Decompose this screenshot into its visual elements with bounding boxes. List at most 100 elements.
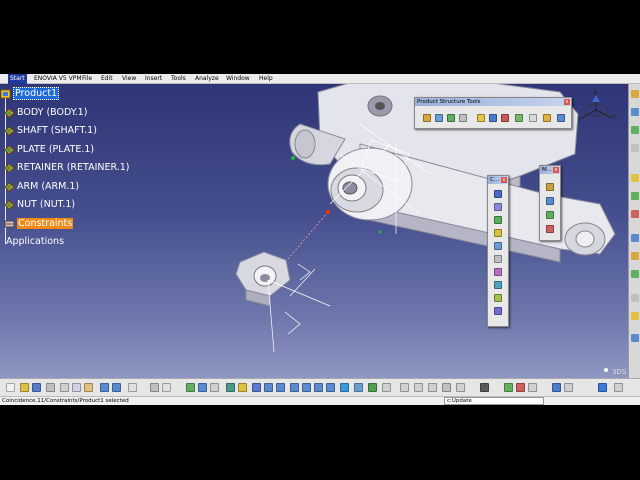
menu-help[interactable]: Help (259, 74, 273, 84)
angle-constraint-icon[interactable] (494, 229, 502, 237)
formula-icon[interactable] (150, 383, 159, 392)
save-icon[interactable] (32, 383, 41, 392)
tool-icon[interactable] (631, 252, 639, 260)
tool-icon[interactable] (631, 312, 639, 320)
toolbar-title[interactable]: Product Structure Tools (415, 98, 571, 106)
tool-icon[interactable] (631, 270, 639, 278)
manage-representations-icon[interactable] (529, 114, 537, 122)
tree-item-plate[interactable]: PLATE (PLATE.1) (4, 144, 94, 156)
offset-constraint-icon[interactable] (494, 216, 502, 224)
tool-icon[interactable] (528, 383, 537, 392)
tool-icon[interactable] (631, 210, 639, 218)
compass-icon[interactable]: z x y (578, 88, 618, 126)
tree-item-arm[interactable]: ARM (ARM.1) (4, 181, 79, 193)
tree-root-label[interactable]: Product1 (13, 87, 60, 100)
reuse-pattern-icon[interactable] (494, 307, 502, 315)
coincidence-constraint-icon[interactable] (494, 190, 502, 198)
generate-numbering-icon[interactable] (501, 114, 509, 122)
new-product-icon[interactable] (435, 114, 443, 122)
quick-constraint-icon[interactable] (494, 268, 502, 276)
print-icon[interactable] (46, 383, 55, 392)
graph-tree-reordering-icon[interactable] (489, 114, 497, 122)
normal-view-icon[interactable] (326, 383, 335, 392)
manipulation-icon[interactable] (546, 183, 554, 191)
menu-analyze[interactable]: Analyze (195, 74, 219, 84)
tool-icon[interactable] (428, 383, 437, 392)
rotate-icon[interactable] (290, 383, 299, 392)
flexible-rigid-icon[interactable] (494, 281, 502, 289)
selective-load-icon[interactable] (515, 114, 523, 122)
existing-component-icon[interactable] (459, 114, 467, 122)
close-icon[interactable]: x (564, 99, 570, 105)
replace-component-icon[interactable] (477, 114, 485, 122)
undo-icon[interactable] (100, 383, 109, 392)
snap-icon[interactable] (546, 197, 554, 205)
tool-icon[interactable] (631, 174, 639, 182)
redo-icon[interactable] (112, 383, 121, 392)
tool-icon[interactable] (631, 234, 639, 242)
tree-item-constraints[interactable]: Constraints (4, 218, 74, 230)
close-icon[interactable]: x (553, 167, 559, 173)
zoom-out-icon[interactable] (314, 383, 323, 392)
constraints-toolbar[interactable]: C... x (487, 175, 509, 327)
fast-multi-instantiation-icon[interactable] (557, 114, 565, 122)
change-constraint-icon[interactable] (494, 294, 502, 302)
product-structure-toolbar[interactable]: Product Structure Tools x (414, 97, 572, 129)
new-component-icon[interactable] (423, 114, 431, 122)
tree-root[interactable]: Product1 (0, 87, 60, 100)
close-icon[interactable]: x (501, 177, 507, 183)
tree-item-body[interactable]: BODY (BODY.1) (4, 107, 87, 119)
tool-icon[interactable] (631, 144, 639, 152)
fly-mode-icon[interactable] (252, 383, 261, 392)
move-toolbar[interactable]: M... x (539, 165, 561, 241)
new-icon[interactable] (6, 383, 15, 392)
menu-edit[interactable]: Edit (101, 74, 113, 84)
tool-icon[interactable] (631, 90, 639, 98)
measure-icon[interactable] (238, 383, 247, 392)
tool-icon[interactable] (598, 383, 607, 392)
command-input[interactable]: c:Update (444, 397, 544, 405)
tool-icon[interactable] (456, 383, 465, 392)
tree-item-retainer[interactable]: RETAINER (RETAINER.1) (4, 162, 130, 174)
tree-item-nut[interactable]: NUT (NUT.1) (4, 199, 75, 211)
nut-part[interactable] (235, 251, 291, 307)
hide-show-icon[interactable] (368, 383, 377, 392)
tool-icon[interactable] (552, 383, 561, 392)
menu-insert[interactable]: Insert (145, 74, 162, 84)
fix-together-icon[interactable] (494, 255, 502, 263)
tool-icon[interactable] (442, 383, 451, 392)
tool-icon[interactable] (631, 192, 639, 200)
fit-all-icon[interactable] (264, 383, 273, 392)
menu-view[interactable]: View (122, 74, 136, 84)
tool-icon[interactable] (504, 383, 513, 392)
pan-icon[interactable] (276, 383, 285, 392)
zoom-in-icon[interactable] (302, 383, 311, 392)
shading-icon[interactable] (354, 383, 363, 392)
tree-item-shaft[interactable]: SHAFT (SHAFT.1) (4, 125, 97, 137)
paste-icon[interactable] (84, 383, 93, 392)
explode-icon[interactable] (546, 225, 554, 233)
fix-component-icon[interactable] (494, 242, 502, 250)
new-part-icon[interactable] (447, 114, 455, 122)
tool-icon[interactable] (414, 383, 423, 392)
tool-icon[interactable] (516, 383, 525, 392)
comment-icon[interactable] (162, 383, 171, 392)
menu-enovia[interactable]: ENOVIA V5 VPM (34, 74, 82, 84)
tool-icon[interactable] (631, 126, 639, 134)
catalog-icon[interactable] (210, 383, 219, 392)
menu-window[interactable]: Window (226, 74, 250, 84)
update-icon[interactable] (226, 383, 235, 392)
menu-start[interactable]: Start (8, 74, 27, 84)
swap-space-icon[interactable] (382, 383, 391, 392)
multi-instantiation-icon[interactable] (543, 114, 551, 122)
tree-icon[interactable] (198, 383, 207, 392)
tool-icon[interactable] (614, 383, 623, 392)
isometric-view-icon[interactable] (340, 383, 349, 392)
open-icon[interactable] (20, 383, 29, 392)
bill-of-material-icon[interactable] (186, 383, 195, 392)
whats-this-icon[interactable] (128, 383, 137, 392)
cut-icon[interactable] (60, 383, 69, 392)
menu-file[interactable]: File (82, 74, 92, 84)
copy-icon[interactable] (72, 383, 81, 392)
plate-part[interactable] (327, 147, 413, 221)
